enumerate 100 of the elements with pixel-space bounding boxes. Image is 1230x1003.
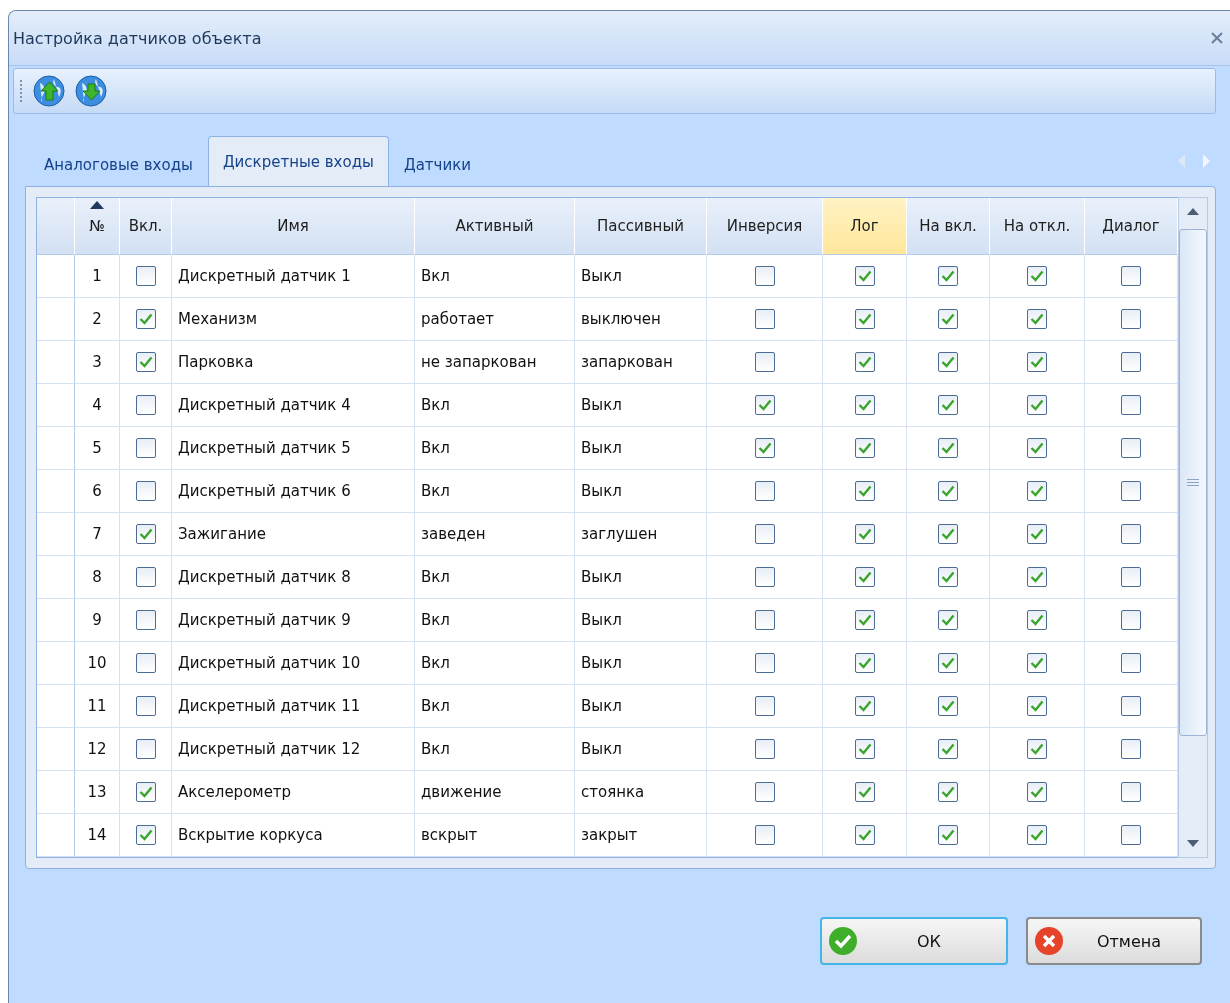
checkbox[interactable] — [938, 309, 958, 329]
column-header[interactable]: Лог — [823, 198, 907, 255]
column-header[interactable]: № — [75, 198, 120, 255]
checkbox[interactable] — [938, 438, 958, 458]
checkbox[interactable] — [1027, 309, 1047, 329]
checkbox[interactable] — [754, 782, 775, 802]
checkbox[interactable] — [1121, 352, 1141, 372]
checkbox[interactable] — [1121, 696, 1141, 716]
checkbox[interactable] — [938, 610, 958, 630]
checkbox[interactable] — [754, 481, 775, 501]
checkbox[interactable] — [938, 352, 958, 372]
checkbox[interactable] — [938, 567, 958, 587]
checkbox[interactable] — [135, 438, 156, 458]
checkbox[interactable] — [135, 481, 156, 501]
checkbox[interactable] — [1121, 309, 1141, 329]
checkbox[interactable] — [1027, 782, 1047, 802]
checkbox[interactable] — [854, 395, 875, 415]
checkbox[interactable] — [938, 782, 958, 802]
checkbox[interactable] — [1121, 266, 1141, 286]
checkbox[interactable] — [854, 567, 875, 587]
checkbox[interactable] — [135, 266, 156, 286]
checkbox[interactable] — [135, 739, 156, 759]
checkbox[interactable] — [754, 567, 775, 587]
checkbox[interactable] — [1027, 696, 1047, 716]
checkbox[interactable] — [1121, 567, 1141, 587]
checkbox[interactable] — [135, 610, 156, 630]
column-header[interactable]: Инверсия — [707, 198, 823, 255]
checkbox[interactable] — [135, 696, 156, 716]
tab[interactable]: Дискретные входы — [207, 136, 389, 186]
checkbox[interactable] — [938, 395, 958, 415]
checkbox[interactable] — [754, 653, 775, 673]
scrollbar[interactable] — [1178, 197, 1208, 858]
checkbox[interactable] — [938, 653, 958, 673]
checkbox[interactable] — [1027, 395, 1047, 415]
checkbox[interactable] — [854, 309, 875, 329]
column-header[interactable]: Диалог — [1085, 198, 1178, 255]
checkbox[interactable] — [1121, 610, 1141, 630]
checkbox[interactable] — [135, 395, 156, 415]
checkbox[interactable] — [135, 825, 156, 845]
checkbox[interactable] — [754, 524, 775, 544]
checkbox[interactable] — [938, 481, 958, 501]
checkbox[interactable] — [754, 739, 775, 759]
checkbox[interactable] — [1027, 567, 1047, 587]
checkbox[interactable] — [1027, 653, 1047, 673]
cancel-button[interactable]: Отмена — [1026, 917, 1202, 965]
checkbox[interactable] — [754, 309, 775, 329]
checkbox[interactable] — [135, 567, 156, 587]
checkbox[interactable] — [938, 739, 958, 759]
tab[interactable]: Датчики — [388, 142, 486, 186]
column-header[interactable]: Активный — [415, 198, 575, 255]
checkbox[interactable] — [754, 438, 775, 458]
checkbox[interactable] — [854, 782, 875, 802]
checkbox[interactable] — [754, 266, 775, 286]
checkbox[interactable] — [754, 395, 775, 415]
checkbox[interactable] — [854, 438, 875, 458]
checkbox[interactable] — [1121, 782, 1141, 802]
checkbox[interactable] — [1121, 481, 1141, 501]
checkbox[interactable] — [1121, 438, 1141, 458]
checkbox[interactable] — [1027, 352, 1047, 372]
checkbox[interactable] — [938, 524, 958, 544]
checkbox[interactable] — [135, 524, 156, 544]
checkbox[interactable] — [854, 696, 875, 716]
checkbox[interactable] — [754, 610, 775, 630]
scroll-up-icon[interactable] — [1187, 208, 1199, 215]
checkbox[interactable] — [854, 610, 875, 630]
checkbox[interactable] — [1027, 524, 1047, 544]
checkbox[interactable] — [1121, 653, 1141, 673]
scroll-down-icon[interactable] — [1187, 840, 1199, 847]
ok-button[interactable]: ОК — [820, 917, 1008, 965]
checkbox[interactable] — [938, 266, 958, 286]
checkbox[interactable] — [854, 653, 875, 673]
checkbox[interactable] — [754, 696, 775, 716]
checkbox[interactable] — [135, 782, 156, 802]
checkbox[interactable] — [854, 352, 875, 372]
checkbox[interactable] — [1121, 395, 1141, 415]
checkbox[interactable] — [854, 825, 875, 845]
checkbox[interactable] — [1027, 825, 1047, 845]
checkbox[interactable] — [1027, 266, 1047, 286]
checkbox[interactable] — [135, 653, 156, 673]
checkbox[interactable] — [854, 481, 875, 501]
scroll-thumb[interactable] — [1179, 229, 1207, 736]
checkbox[interactable] — [1121, 825, 1141, 845]
globe-download-icon[interactable] — [74, 74, 108, 108]
checkbox[interactable] — [854, 524, 875, 544]
checkbox[interactable] — [854, 266, 875, 286]
checkbox[interactable] — [1027, 610, 1047, 630]
checkbox[interactable] — [1121, 524, 1141, 544]
checkbox[interactable] — [1027, 481, 1047, 501]
checkbox[interactable] — [754, 825, 775, 845]
checkbox[interactable] — [754, 352, 775, 372]
tab[interactable]: Аналоговые входы — [29, 142, 208, 186]
checkbox[interactable] — [135, 309, 156, 329]
close-icon[interactable] — [1210, 31, 1224, 45]
globe-upload-icon[interactable] — [32, 74, 66, 108]
checkbox[interactable] — [135, 352, 156, 372]
checkbox[interactable] — [938, 696, 958, 716]
column-header[interactable]: Пассивный — [575, 198, 707, 255]
checkbox[interactable] — [854, 739, 875, 759]
column-header[interactable]: На вкл. — [907, 198, 990, 255]
column-header[interactable]: Имя — [172, 198, 415, 255]
